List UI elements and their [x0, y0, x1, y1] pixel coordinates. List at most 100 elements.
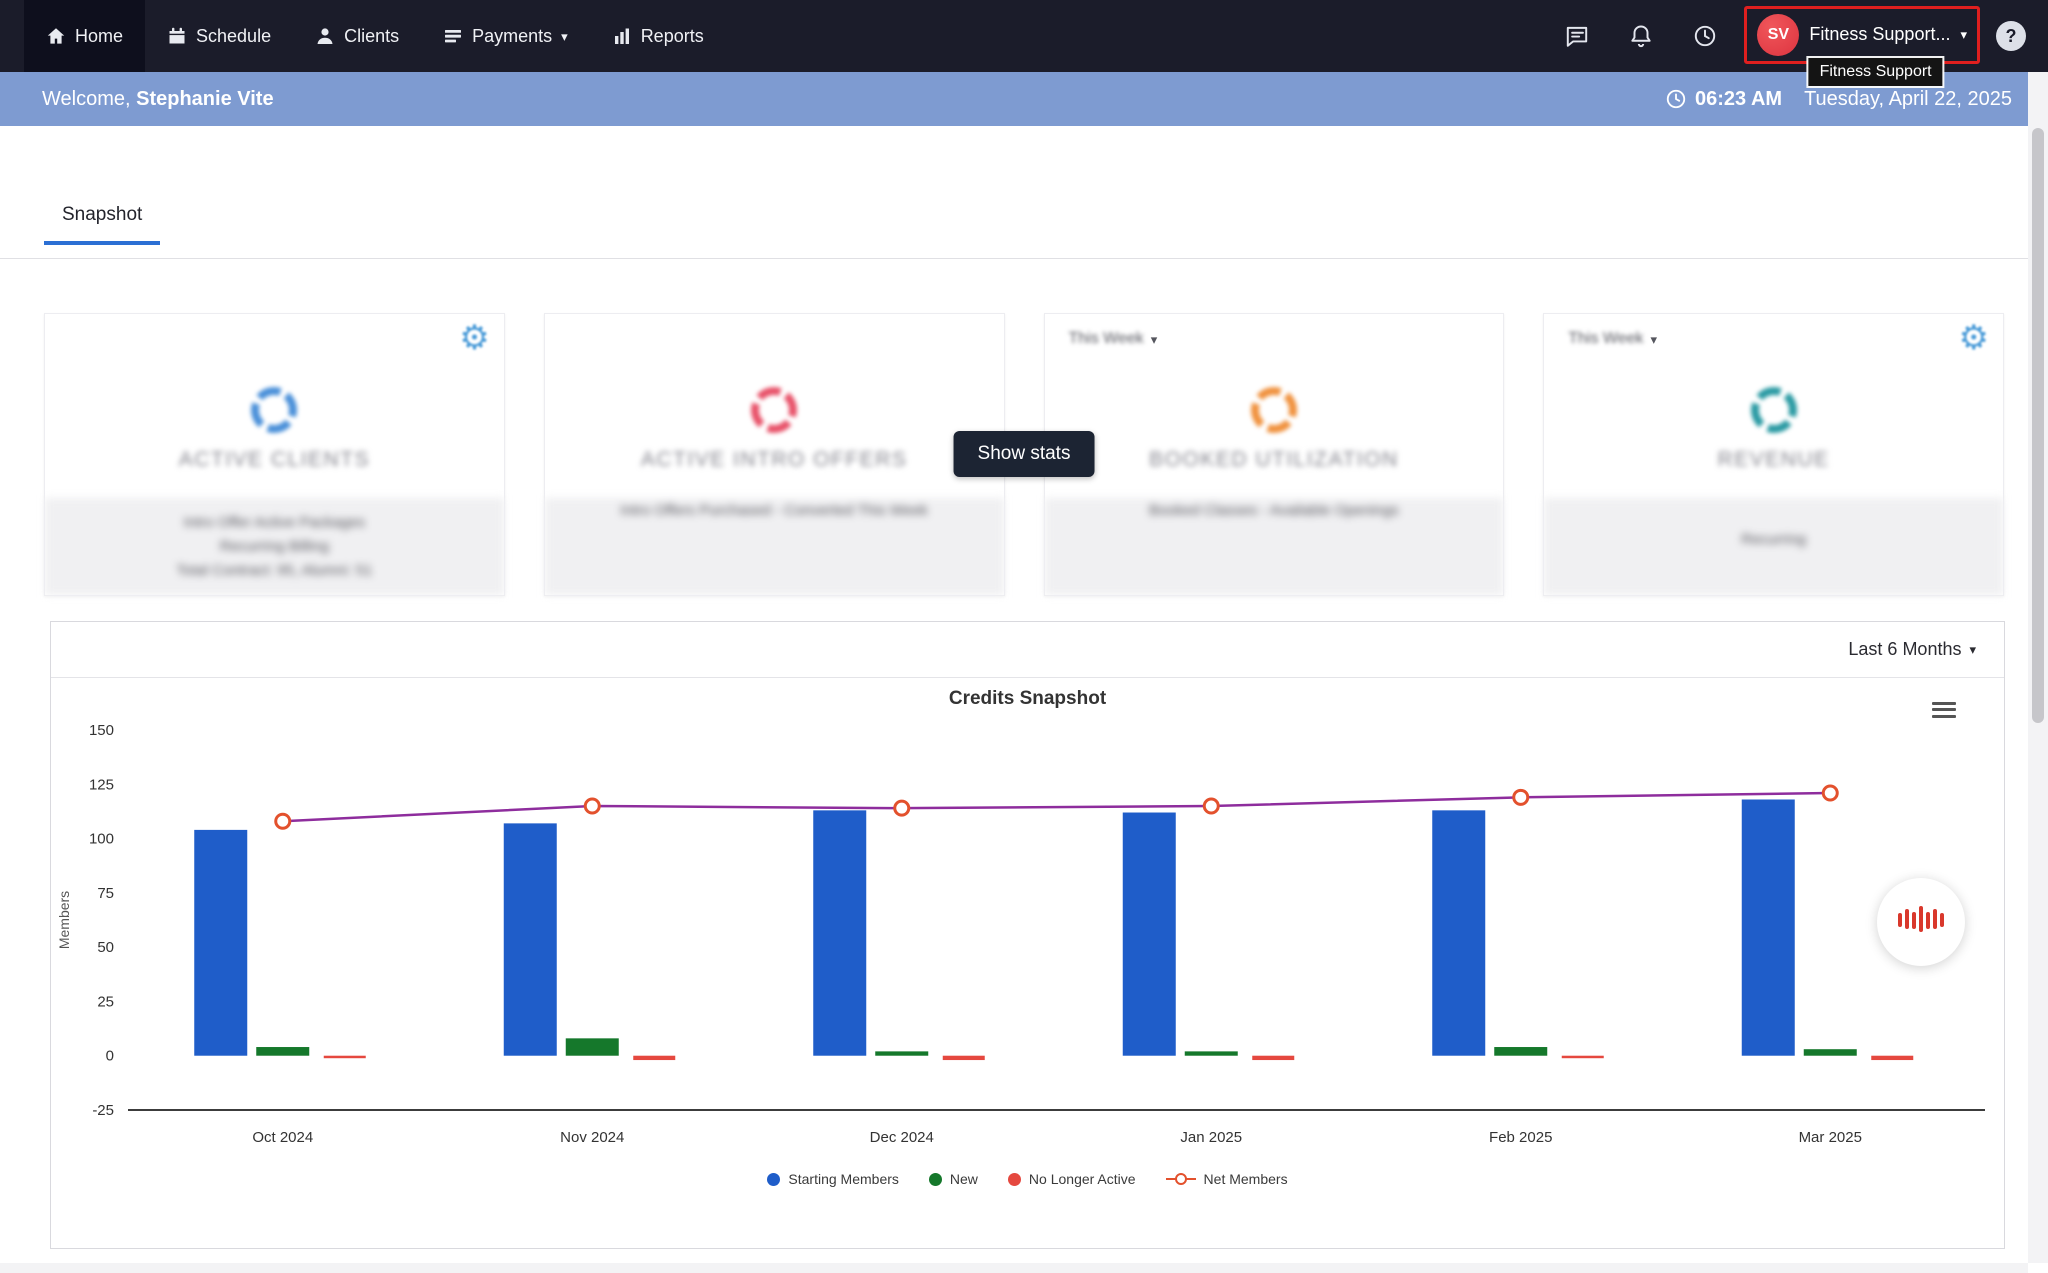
stat-card-active-intro-offers: ACTIVE INTRO OFFERS Intro Offers Purchase… [544, 313, 1005, 596]
card-footer: Intro Offers Purchased - Converted This … [545, 498, 1004, 595]
chevron-down-icon: ▾ [1151, 333, 1158, 346]
primary-nav: Home Schedule Clients Payments▾ Reports [24, 0, 726, 72]
nav-item-label: Payments [472, 26, 552, 47]
svg-text:75: 75 [97, 885, 114, 902]
legend-label: Starting Members [788, 1171, 898, 1187]
user-name: Stephanie Vite [136, 88, 273, 110]
legend-dot-swatch [929, 1173, 942, 1186]
clock-icon[interactable] [1692, 23, 1718, 49]
card-footer-line: Booked Classes - Available Openings [1149, 501, 1399, 520]
card-period-label: This Week [1069, 330, 1144, 348]
account-menu[interactable]: SV Fitness Support... ▾ Fitness Support [1744, 6, 1980, 64]
stat-card-revenue: This Week ▾ ⚙ REVENUE Recurring [1543, 313, 2004, 596]
chart-title: Credits Snapshot [51, 688, 2004, 710]
person-icon [315, 26, 335, 46]
vertical-scrollbar-thumb[interactable] [2032, 128, 2044, 723]
card-title: BOOKED UTILIZATION [1149, 448, 1398, 472]
chevron-down-icon: ▾ [1960, 28, 1967, 41]
svg-text:125: 125 [89, 776, 114, 793]
nav-item-schedule[interactable]: Schedule [145, 0, 293, 72]
nav-item-reports[interactable]: Reports [590, 0, 726, 72]
vertical-scrollbar[interactable] [2028, 72, 2048, 1263]
clock-icon [1665, 88, 1687, 110]
nav-item-label: Home [75, 26, 123, 47]
top-navbar: HomeScheduleClientsPayments▾Reports SV F… [0, 0, 2048, 72]
nav-item-label: Schedule [196, 26, 271, 47]
svg-text:Members: Members [56, 891, 72, 949]
legend-line-marker-swatch [1166, 1172, 1196, 1186]
home-icon [46, 26, 66, 46]
horizontal-scrollbar[interactable] [0, 1263, 2028, 1273]
nav-item-label: Clients [344, 26, 399, 47]
donut-ring-icon [248, 384, 300, 436]
chevron-down-icon: ▾ [1651, 333, 1658, 346]
tab-snapshot[interactable]: Snapshot [44, 204, 160, 245]
svg-text:Oct 2024: Oct 2024 [252, 1129, 313, 1146]
nav-item-home[interactable]: Home [24, 0, 145, 72]
welcome-bar: Welcome, Stephanie Vite 06:23 AM Tuesday… [0, 72, 2048, 126]
gear-icon[interactable]: ⚙ [1959, 318, 1989, 358]
card-title: ACTIVE CLIENTS [179, 448, 370, 472]
current-date: Tuesday, April 22, 2025 [1804, 88, 2012, 111]
svg-text:Mar 2025: Mar 2025 [1799, 1129, 1862, 1146]
welcome-prefix: Welcome, [42, 88, 131, 110]
legend-item-new[interactable]: New [929, 1171, 978, 1187]
show-stats-button[interactable]: Show stats [954, 431, 1095, 477]
svg-text:50: 50 [97, 939, 114, 956]
card-footer-line: Intro Offer Active Packages [184, 513, 365, 532]
barcode-scan-badge[interactable] [1877, 878, 1965, 966]
chart-period-label: Last 6 Months [1848, 639, 1961, 660]
card-period-selector[interactable]: This Week ▾ [1069, 330, 1158, 348]
svg-text:Nov 2024: Nov 2024 [560, 1129, 624, 1146]
hamburger-menu-icon[interactable] [1932, 698, 1956, 721]
card-footer-line: Total Contract: 95, Alumni: 51 [176, 561, 372, 580]
card-footer: Booked Classes - Available Openings [1045, 498, 1504, 595]
legend-item-starting-members[interactable]: Starting Members [767, 1171, 898, 1187]
nav-item-clients[interactable]: Clients [293, 0, 421, 72]
time-value: 06:23 AM [1695, 88, 1782, 111]
payments-icon [443, 26, 463, 46]
legend-label: New [950, 1171, 978, 1187]
donut-ring-icon [748, 384, 800, 436]
reports-icon [612, 26, 632, 46]
chevron-down-icon: ▾ [1969, 643, 1976, 656]
chat-icon[interactable] [1564, 23, 1590, 49]
tabs: Snapshot [0, 204, 2048, 245]
calendar-icon [167, 26, 187, 46]
legend-label: Net Members [1204, 1171, 1288, 1187]
card-title: ACTIVE INTRO OFFERS [641, 448, 908, 472]
nav-item-label: Reports [641, 26, 704, 47]
help-button[interactable]: ? [1996, 21, 2026, 51]
avatar[interactable]: SV [1757, 14, 1799, 56]
svg-text:100: 100 [89, 831, 114, 848]
tabs-divider [0, 258, 2048, 259]
card-footer: Recurring [1544, 498, 2003, 595]
navbar-right: SV Fitness Support... ▾ Fitness Support … [1564, 0, 2048, 72]
svg-text:-25: -25 [92, 1102, 114, 1119]
donut-ring-icon [1748, 384, 1800, 436]
nav-item-payments[interactable]: Payments▾ [421, 0, 590, 72]
donut-ring-icon [1248, 384, 1300, 436]
account-label: Fitness Support... [1809, 24, 1950, 45]
svg-text:Dec 2024: Dec 2024 [870, 1129, 934, 1146]
bell-icon[interactable] [1628, 23, 1654, 49]
chart-legend: Starting Members New No Longer Active Net M… [51, 1171, 2004, 1187]
gear-icon[interactable]: ⚙ [459, 318, 489, 358]
legend-item-net-members[interactable]: Net Members [1166, 1171, 1288, 1187]
card-period-selector[interactable]: This Week ▾ [1568, 330, 1657, 348]
card-footer-line: Recurring Billing [220, 537, 329, 556]
svg-text:Feb 2025: Feb 2025 [1489, 1129, 1552, 1146]
welcome-right: 06:23 AM Tuesday, April 22, 2025 [1665, 88, 2012, 111]
card-top: ACTIVE CLIENTS [45, 314, 504, 498]
card-title: REVENUE [1718, 448, 1830, 472]
chart-card: Last 6 Months ▾ Credits Snapshot 150 125 1… [50, 621, 2005, 1249]
card-period-label: This Week [1568, 330, 1643, 348]
legend-dot-swatch [1008, 1173, 1021, 1186]
legend-item-no-longer-active[interactable]: No Longer Active [1008, 1171, 1136, 1187]
stat-card-active-clients: ⚙ ACTIVE CLIENTS Intro Offer Active Packag… [44, 313, 505, 596]
card-top: ACTIVE INTRO OFFERS [545, 314, 1004, 498]
svg-text:150: 150 [89, 722, 114, 739]
chart-period-selector[interactable]: Last 6 Months ▾ [1848, 639, 1976, 660]
svg-text:25: 25 [97, 993, 114, 1010]
card-footer-line: Intro Offers Purchased - Converted This … [620, 501, 928, 520]
